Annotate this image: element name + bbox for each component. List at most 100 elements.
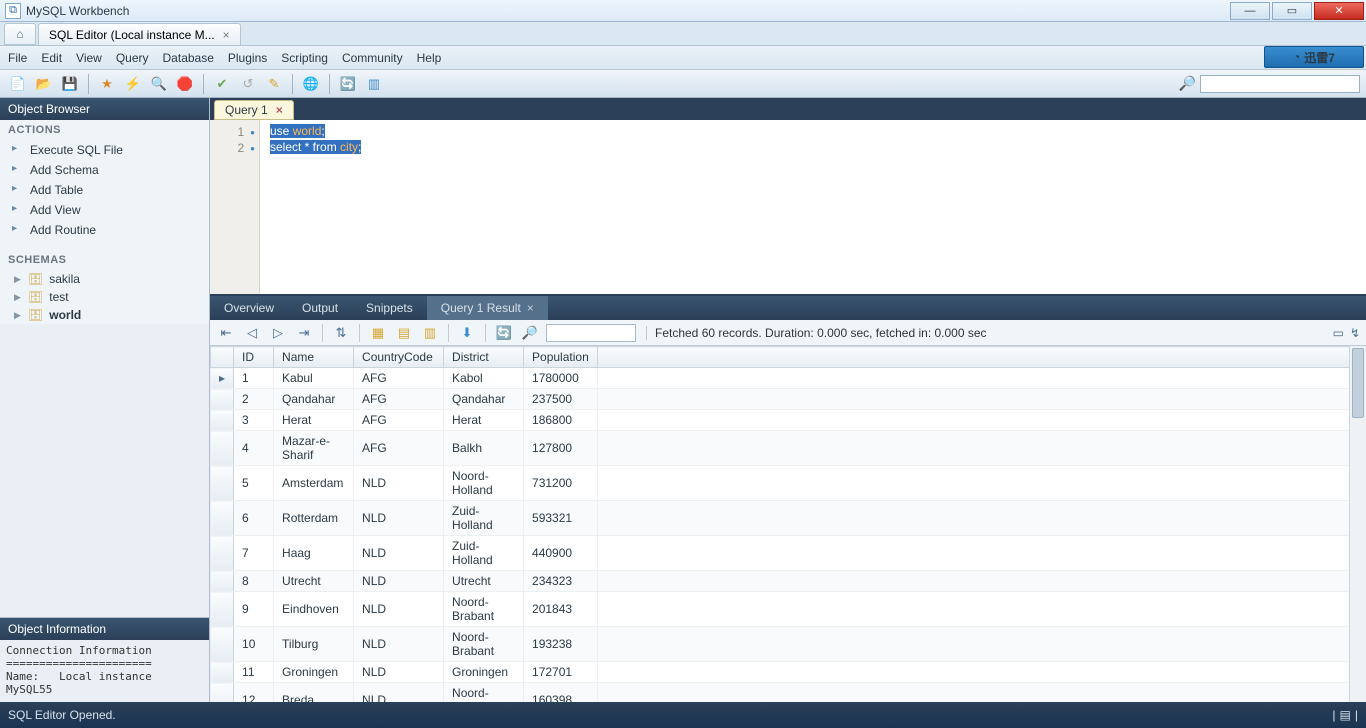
row-selector[interactable]: ▸ xyxy=(211,368,234,389)
row-selector[interactable] xyxy=(211,536,234,571)
sort-icon[interactable]: ⇅ xyxy=(331,323,351,343)
column-countrycode[interactable]: CountryCode xyxy=(354,347,444,368)
filter-input[interactable] xyxy=(546,324,636,342)
code-body[interactable]: use world;select * from city; xyxy=(260,120,1366,294)
cell[interactable]: 440900 xyxy=(524,536,598,571)
menu-view[interactable]: View xyxy=(76,51,102,65)
menu-community[interactable]: Community xyxy=(342,51,403,65)
menu-query[interactable]: Query xyxy=(116,51,149,65)
table-row[interactable]: 8UtrechtNLDUtrecht234323 xyxy=(211,571,1366,592)
prev-record-icon[interactable]: ◁ xyxy=(242,323,262,343)
table-row[interactable]: 5AmsterdamNLDNoord-Holland731200 xyxy=(211,466,1366,501)
cell[interactable]: Kabol xyxy=(444,368,524,389)
row-selector[interactable] xyxy=(211,683,234,703)
menu-database[interactable]: Database xyxy=(163,51,214,65)
last-record-icon[interactable]: ⇥ xyxy=(294,323,314,343)
schema-world[interactable]: ▶🗄world xyxy=(0,306,209,324)
table-row[interactable]: 11GroningenNLDGroningen172701 xyxy=(211,662,1366,683)
find-icon[interactable]: 🔎 xyxy=(520,323,540,343)
output-icon[interactable]: ▥ xyxy=(364,74,384,94)
cell[interactable]: NLD xyxy=(354,627,444,662)
vertical-scrollbar[interactable] xyxy=(1349,346,1366,702)
code-editor[interactable]: 1●2● use world;select * from city; xyxy=(210,120,1366,296)
menu-edit[interactable]: Edit xyxy=(41,51,62,65)
refresh-icon[interactable]: 🔄 xyxy=(494,323,514,343)
action-add-routine[interactable]: Add Routine xyxy=(0,220,209,240)
minimize-button[interactable]: — xyxy=(1230,2,1270,20)
menu-plugins[interactable]: Plugins xyxy=(228,51,267,65)
cell[interactable]: 9 xyxy=(234,592,274,627)
cell[interactable]: NLD xyxy=(354,683,444,703)
cell[interactable]: Qandahar xyxy=(274,389,354,410)
form-view-icon[interactable]: ▤ xyxy=(394,323,414,343)
row-selector[interactable] xyxy=(211,571,234,592)
cell[interactable]: Rotterdam xyxy=(274,501,354,536)
schema-test[interactable]: ▶🗄test xyxy=(0,288,209,306)
cell[interactable]: 237500 xyxy=(524,389,598,410)
new-sql-icon[interactable]: 📄 xyxy=(8,74,28,94)
row-selector[interactable] xyxy=(211,627,234,662)
column-name[interactable]: Name xyxy=(274,347,354,368)
next-record-icon[interactable]: ▷ xyxy=(268,323,288,343)
execute-icon[interactable]: ⚡ xyxy=(123,74,143,94)
cell[interactable]: 172701 xyxy=(524,662,598,683)
column-id[interactable]: ID xyxy=(234,347,274,368)
cell[interactable]: Zuid-Holland xyxy=(444,501,524,536)
search-input[interactable] xyxy=(1200,75,1360,93)
tab-query1-result[interactable]: Query 1 Result × xyxy=(427,296,548,320)
cell[interactable]: NLD xyxy=(354,571,444,592)
home-tab[interactable]: ⌂ xyxy=(4,23,36,45)
cell[interactable]: Zuid-Holland xyxy=(444,536,524,571)
cell[interactable]: Qandahar xyxy=(444,389,524,410)
action-add-view[interactable]: Add View xyxy=(0,200,209,220)
row-selector[interactable] xyxy=(211,389,234,410)
cell[interactable]: Amsterdam xyxy=(274,466,354,501)
cell[interactable]: 4 xyxy=(234,431,274,466)
cell[interactable]: Haag xyxy=(274,536,354,571)
wrap-icon[interactable]: ▥ xyxy=(420,323,440,343)
stop-icon[interactable]: 🛑 xyxy=(175,74,195,94)
cell[interactable]: 11 xyxy=(234,662,274,683)
cell[interactable]: Kabul xyxy=(274,368,354,389)
tab-overview[interactable]: Overview xyxy=(210,296,288,320)
table-row[interactable]: 3HeratAFGHerat186800 xyxy=(211,410,1366,431)
table-row[interactable]: 6RotterdamNLDZuid-Holland593321 xyxy=(211,501,1366,536)
cell[interactable]: 8 xyxy=(234,571,274,592)
table-row[interactable]: 10TilburgNLDNoord-Brabant193238 xyxy=(211,627,1366,662)
commit-icon[interactable]: ✔ xyxy=(212,74,232,94)
tab-snippets[interactable]: Snippets xyxy=(352,296,427,320)
maximize-button[interactable]: ▭ xyxy=(1272,2,1312,20)
result-grid[interactable]: IDNameCountryCodeDistrictPopulation▸1Kab… xyxy=(210,346,1366,702)
cell[interactable]: AFG xyxy=(354,431,444,466)
cell[interactable]: 186800 xyxy=(524,410,598,431)
cell[interactable]: Noord-Holland xyxy=(444,466,524,501)
sync-icon[interactable]: 🔄 xyxy=(338,74,358,94)
cell[interactable]: NLD xyxy=(354,501,444,536)
cell[interactable]: 731200 xyxy=(524,466,598,501)
cell[interactable]: 3 xyxy=(234,410,274,431)
cell[interactable]: Groningen xyxy=(274,662,354,683)
editor-tab-query1[interactable]: Query 1 × xyxy=(214,100,294,120)
rollback-icon[interactable]: ↺ xyxy=(238,74,258,94)
table-row[interactable]: ▸1KabulAFGKabol1780000 xyxy=(211,368,1366,389)
cell[interactable]: 7 xyxy=(234,536,274,571)
cell[interactable]: Tilburg xyxy=(274,627,354,662)
cell[interactable]: 593321 xyxy=(524,501,598,536)
row-selector[interactable] xyxy=(211,592,234,627)
cell[interactable]: 160398 xyxy=(524,683,598,703)
search-icon[interactable]: 🔎 xyxy=(1179,75,1196,92)
cell[interactable]: 1780000 xyxy=(524,368,598,389)
sql-editor-tab[interactable]: SQL Editor (Local instance M... × xyxy=(38,23,241,45)
cell[interactable]: 6 xyxy=(234,501,274,536)
export-icon[interactable]: ⬇ xyxy=(457,323,477,343)
table-row[interactable]: 4Mazar-e-SharifAFGBalkh127800 xyxy=(211,431,1366,466)
table-row[interactable]: 2QandaharAFGQandahar237500 xyxy=(211,389,1366,410)
cell[interactable]: NLD xyxy=(354,592,444,627)
action-execute-sql-file[interactable]: Execute SQL File xyxy=(0,140,209,160)
close-icon[interactable]: × xyxy=(527,301,534,315)
row-selector[interactable] xyxy=(211,501,234,536)
row-selector[interactable] xyxy=(211,662,234,683)
cell[interactable]: 127800 xyxy=(524,431,598,466)
cell[interactable]: NLD xyxy=(354,662,444,683)
menu-help[interactable]: Help xyxy=(417,51,442,65)
